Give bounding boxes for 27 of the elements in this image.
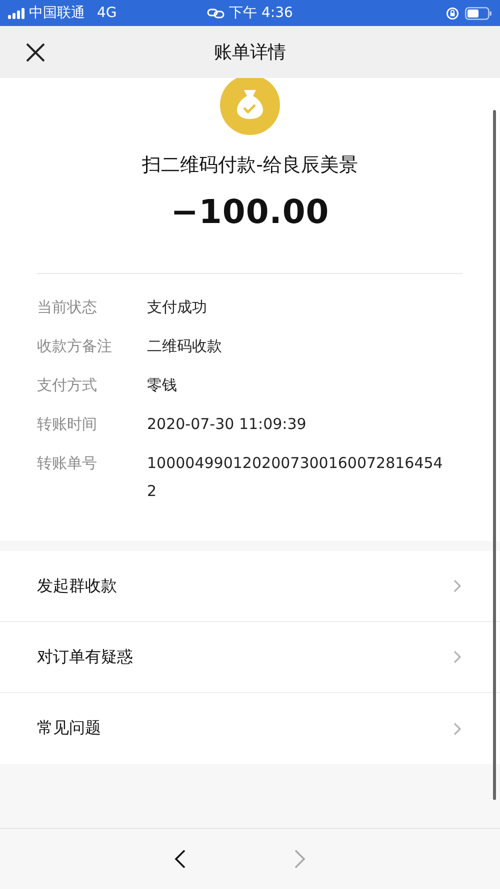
detail-value: 二维码收款 bbox=[147, 336, 223, 357]
detail-label: 支付方式 bbox=[37, 375, 98, 396]
carrier-name: 中国联通 bbox=[29, 4, 85, 22]
close-icon bbox=[26, 43, 45, 62]
chevron-right-icon bbox=[453, 650, 462, 664]
clock-time: 下午 4:36 bbox=[229, 4, 293, 22]
chevron-right-icon bbox=[294, 849, 306, 869]
close-button[interactable] bbox=[24, 41, 47, 64]
network-type: 4G bbox=[97, 5, 117, 21]
merchant-name: 扫二维码付款-给良辰美景 bbox=[142, 153, 358, 178]
detail-label: 转账时间 bbox=[37, 414, 98, 435]
detail-value: 10000499012020073001600728164542 bbox=[147, 453, 444, 502]
chevron-left-icon bbox=[174, 849, 186, 869]
payment-amount: −100.00 bbox=[170, 192, 330, 231]
detail-label: 当前状态 bbox=[37, 297, 98, 318]
rotation-lock-icon bbox=[446, 6, 459, 20]
detail-label: 转账单号 bbox=[37, 453, 98, 474]
link-icon bbox=[207, 8, 226, 18]
detail-label: 收款方备注 bbox=[37, 336, 113, 357]
detail-value: 支付成功 bbox=[147, 297, 208, 318]
signal-icon bbox=[8, 8, 25, 18]
battery-icon bbox=[464, 6, 492, 20]
chevron-right-icon bbox=[453, 579, 462, 593]
chevron-right-icon bbox=[453, 722, 462, 736]
detail-value: 2020-07-30 11:09:39 bbox=[147, 414, 308, 435]
detail-value: 零钱 bbox=[147, 375, 178, 396]
page-title: 账单详情 bbox=[214, 41, 286, 64]
